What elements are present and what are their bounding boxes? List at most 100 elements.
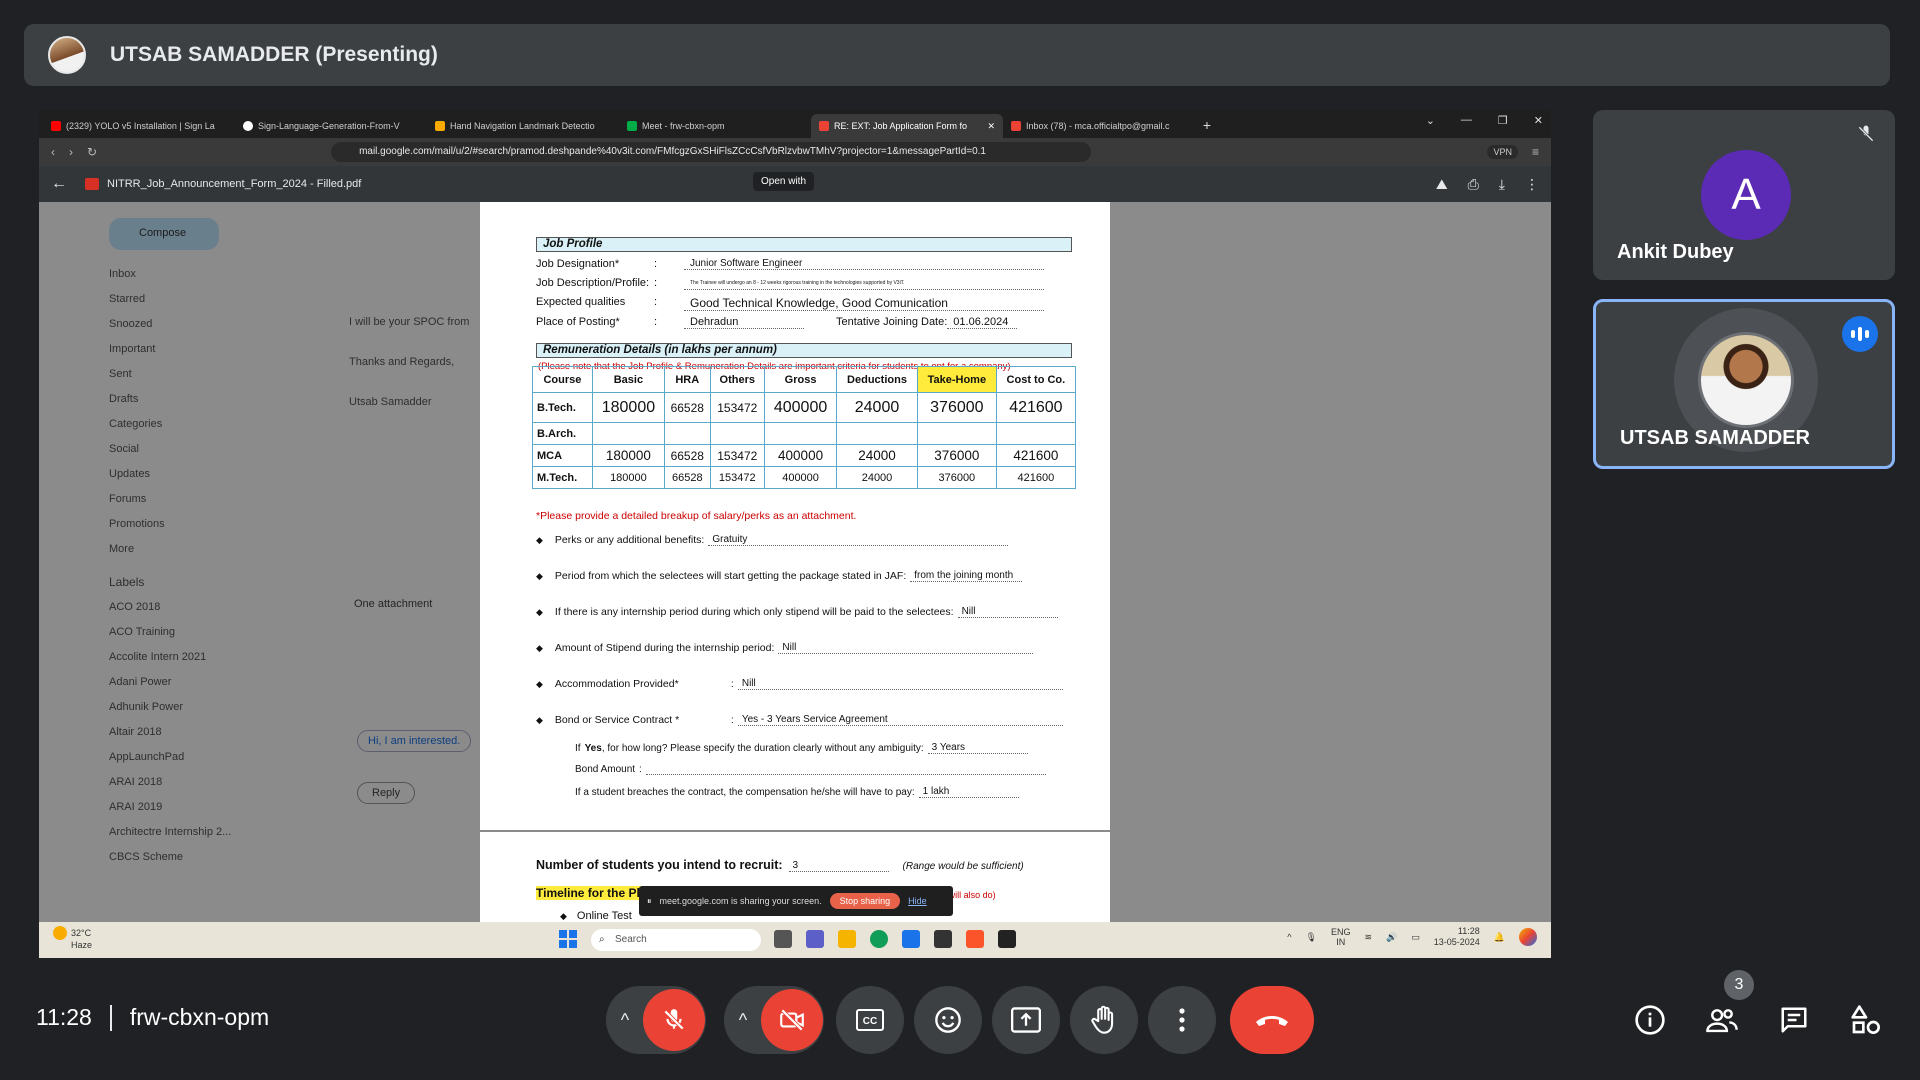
chat-button[interactable] bbox=[1774, 1000, 1814, 1040]
browser-tab[interactable]: Meet - frw-cbxn-opm bbox=[619, 114, 811, 138]
reload-icon[interactable]: ↻ bbox=[87, 145, 97, 159]
youtube-icon bbox=[51, 121, 61, 131]
emoji-icon bbox=[935, 1007, 961, 1033]
audio-options-chevron-icon[interactable]: ^ bbox=[607, 1010, 643, 1031]
more-options-icon[interactable]: ⋮ bbox=[1525, 176, 1539, 193]
hang-up-icon bbox=[1256, 1016, 1288, 1026]
app-icon[interactable] bbox=[934, 930, 952, 948]
chevron-up-icon[interactable]: ^ bbox=[1287, 932, 1291, 942]
new-tab-button[interactable]: + bbox=[1195, 114, 1219, 138]
stop-sharing-button[interactable]: Stop sharing bbox=[829, 893, 901, 909]
close-tab-icon[interactable]: ✕ bbox=[987, 121, 995, 132]
detail-row: ◆ Perks or any additional benefits: Gratui… bbox=[536, 534, 1009, 546]
notification-bell-icon[interactable]: 🔔 bbox=[1494, 932, 1505, 943]
browser-tab[interactable]: Inbox (78) - mca.officialtpo@gmail.c bbox=[1003, 114, 1195, 138]
detail-row: ◆ Period from which the selectees will st… bbox=[536, 570, 1023, 582]
terminal-icon[interactable] bbox=[998, 930, 1016, 948]
captions-icon: CC bbox=[856, 1009, 884, 1031]
participant-name: Ankit Dubey bbox=[1617, 241, 1734, 263]
pdf-file-icon bbox=[85, 178, 99, 190]
download-icon[interactable]: ⤓ bbox=[1499, 176, 1505, 193]
teams-icon[interactable] bbox=[806, 930, 824, 948]
presenter-avatar bbox=[48, 36, 86, 74]
microphone-icon[interactable]: 🎙 bbox=[1306, 932, 1317, 943]
raise-hand-button[interactable] bbox=[1070, 986, 1138, 1054]
wifi-icon[interactable]: ≋ bbox=[1364, 932, 1372, 943]
remuneration-header: Remuneration Details (in lakhs per annum… bbox=[536, 343, 1072, 358]
browser-tab-bar: (2329) YOLO v5 Installation | Sign La Si… bbox=[39, 110, 1551, 138]
close-window-icon[interactable]: ✕ bbox=[1534, 114, 1543, 127]
windows-start-icon[interactable] bbox=[559, 930, 577, 948]
url-field[interactable]: mail.google.com/mail/u/2/#search/pramod.… bbox=[331, 142, 1092, 162]
field-row: Place of Posting*: Dehradun Tentative Join… bbox=[536, 316, 1018, 329]
forward-icon[interactable]: › bbox=[69, 145, 73, 159]
edge-icon[interactable] bbox=[870, 930, 888, 948]
participant-name: UTSAB SAMADDER bbox=[1620, 427, 1810, 449]
participant-tile-active-speaker[interactable]: UTSAB SAMADDER bbox=[1593, 299, 1895, 469]
maximize-icon[interactable]: ❐ bbox=[1498, 114, 1508, 127]
field-row: Job Designation*: Junior Software Enginee… bbox=[536, 258, 1044, 270]
taskbar-clock[interactable]: 11:28 13-05-2024 bbox=[1434, 926, 1480, 948]
captions-button[interactable]: CC bbox=[836, 986, 904, 1054]
gmail-icon bbox=[1011, 121, 1021, 131]
reactions-button[interactable] bbox=[914, 986, 982, 1054]
language-indicator[interactable]: ENG IN bbox=[1331, 927, 1351, 947]
table-row: B.Arch. bbox=[532, 422, 1077, 445]
hand-icon bbox=[1091, 1005, 1114, 1034]
battery-icon[interactable]: ▭ bbox=[1411, 932, 1420, 943]
video-options-chevron-icon[interactable]: ^ bbox=[725, 1010, 761, 1031]
present-screen-button[interactable] bbox=[992, 986, 1060, 1054]
chat-icon bbox=[1781, 1007, 1807, 1033]
detail-row: ◆ Bond or Service Contract *: Yes - 3 Year… bbox=[536, 714, 1063, 726]
search-icon: ⌕ bbox=[599, 934, 605, 945]
file-explorer-icon[interactable] bbox=[838, 930, 856, 948]
tab-search-icon[interactable]: ⌄ bbox=[1426, 114, 1435, 127]
store-icon[interactable] bbox=[902, 930, 920, 948]
copilot-icon[interactable] bbox=[1519, 928, 1537, 946]
participant-tile[interactable]: A Ankit Dubey bbox=[1593, 110, 1895, 280]
mic-control-group: ^ bbox=[606, 986, 706, 1054]
minimize-icon[interactable]: — bbox=[1461, 114, 1472, 127]
present-screen-icon bbox=[1011, 1007, 1041, 1033]
browser-tab[interactable]: (2329) YOLO v5 Installation | Sign La bbox=[43, 114, 235, 138]
taskbar-search[interactable]: Search bbox=[591, 929, 761, 951]
sun-icon bbox=[53, 926, 67, 940]
system-tray: ^ 🎙 ENG IN ≋ 🔊 ▭ 11:28 13-05-2024 🔔 bbox=[1287, 926, 1537, 948]
people-button[interactable] bbox=[1702, 1000, 1742, 1040]
remuneration-table: Course Basic HRA Others Gross Deductions… bbox=[532, 366, 1077, 489]
open-with-button[interactable]: Open with bbox=[753, 172, 815, 191]
browser-tab[interactable]: Sign-Language-Generation-From-V bbox=[235, 114, 427, 138]
brave-icon[interactable] bbox=[966, 930, 984, 948]
pause-icon: ⏸ bbox=[647, 895, 652, 906]
menu-icon[interactable]: ≡ bbox=[1532, 145, 1539, 159]
task-view-icon[interactable] bbox=[774, 930, 792, 948]
presenter-bar: UTSAB SAMADDER (Presenting) bbox=[24, 24, 1890, 86]
back-arrow-icon[interactable]: ← bbox=[51, 175, 67, 193]
leave-call-button[interactable] bbox=[1230, 986, 1314, 1054]
vpn-badge[interactable]: VPN bbox=[1487, 145, 1518, 159]
bond-breach-row: If a student breaches the contract, the … bbox=[575, 786, 1019, 798]
meeting-details-button[interactable] bbox=[1630, 1000, 1670, 1040]
salary-footnote: *Please provide a detailed breakup of sa… bbox=[536, 510, 857, 522]
hide-link[interactable]: Hide bbox=[908, 896, 927, 906]
meet-icon bbox=[627, 121, 637, 131]
back-icon[interactable]: ‹ bbox=[51, 145, 55, 159]
pdf-filename: NITRR_Job_Announcement_Form_2024 - Fille… bbox=[107, 178, 362, 190]
mic-off-button[interactable] bbox=[643, 989, 705, 1051]
weather-widget[interactable]: 32°C Haze bbox=[53, 926, 92, 951]
table-header-row: Course Basic HRA Others Gross Deductions… bbox=[532, 366, 1077, 393]
svg-text:CC: CC bbox=[863, 1016, 877, 1027]
camera-off-button[interactable] bbox=[761, 989, 823, 1051]
pdf-page: Job Profile Job Designation*: Junior Soft… bbox=[480, 202, 1110, 830]
print-icon[interactable]: ⎙ bbox=[1468, 176, 1479, 193]
activities-button[interactable] bbox=[1846, 1000, 1886, 1040]
window-controls: ⌄ — ❐ ✕ bbox=[1426, 114, 1543, 127]
github-icon bbox=[243, 121, 253, 131]
more-options-button[interactable] bbox=[1148, 986, 1216, 1054]
address-bar-row: ‹ › ↻ mail.google.com/mail/u/2/#search/p… bbox=[39, 138, 1551, 166]
browser-tab[interactable]: Hand Navigation Landmark Detectio bbox=[427, 114, 619, 138]
browser-tab-active[interactable]: RE: EXT: Job Application Form fo ✕ bbox=[811, 114, 1003, 138]
people-icon bbox=[1706, 1009, 1738, 1033]
volume-icon[interactable]: 🔊 bbox=[1386, 932, 1397, 943]
add-to-drive-icon[interactable]: ⛰ bbox=[1436, 176, 1448, 193]
